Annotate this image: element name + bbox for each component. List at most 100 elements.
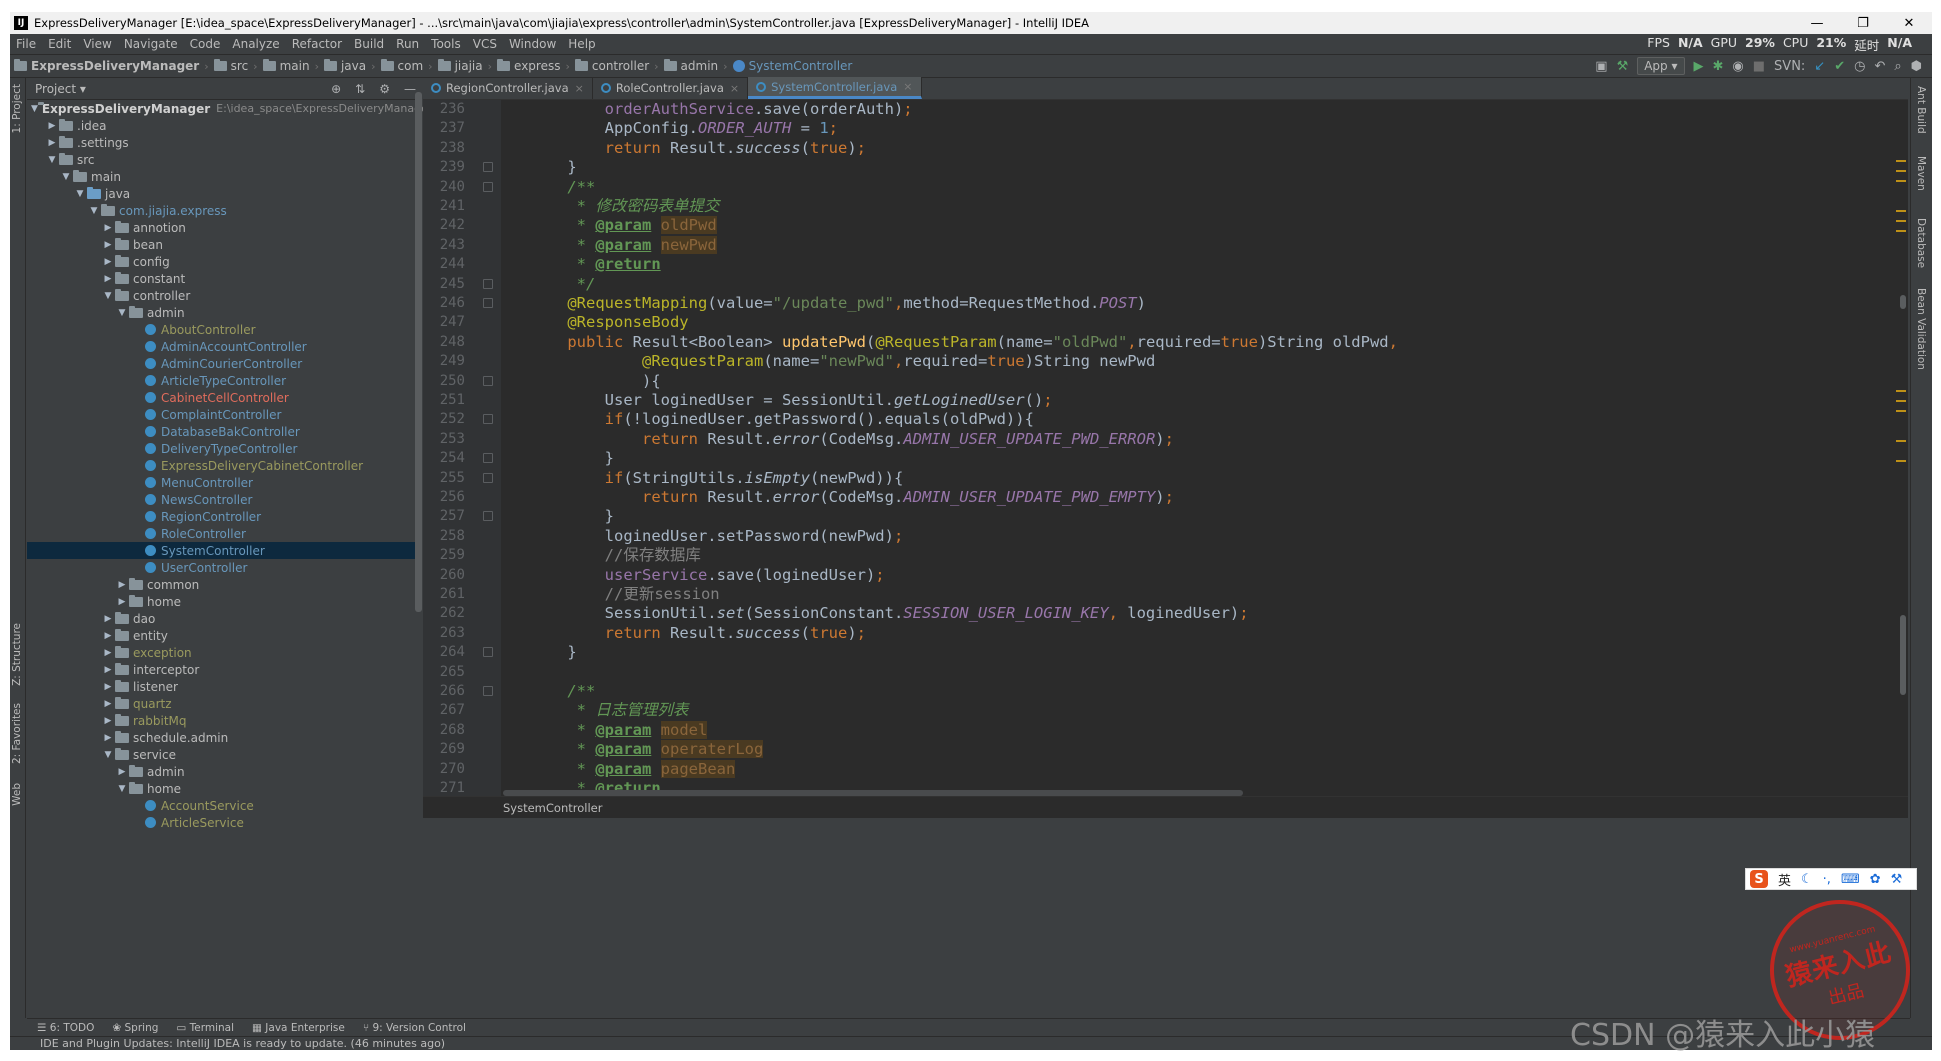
code-line[interactable]: 267 * 日志管理列表: [423, 701, 1908, 720]
punctuation-icon[interactable]: ·,: [1823, 872, 1831, 887]
menu-window[interactable]: Window: [503, 37, 562, 51]
warning-mark[interactable]: [1896, 390, 1906, 392]
warning-mark[interactable]: [1896, 440, 1906, 442]
crumb-express[interactable]: express: [493, 59, 564, 73]
fold-marker-icon[interactable]: [483, 298, 493, 308]
tree-class-item[interactable]: DeliveryTypeController: [27, 440, 422, 457]
sogou-logo-icon[interactable]: S: [1750, 870, 1768, 888]
crumb-jiajia[interactable]: jiajia: [434, 59, 487, 73]
todo-tab[interactable]: ☰ 6: TODO: [37, 1022, 94, 1034]
collapsed-arrow-icon[interactable]: ▶: [101, 733, 115, 743]
tree-class-item[interactable]: DatabaseBakController: [27, 423, 422, 440]
tree-class-item[interactable]: CabinetCellController: [27, 389, 422, 406]
ime-language-toggle[interactable]: 英: [1778, 870, 1791, 889]
code-line[interactable]: 247 @ResponseBody: [423, 313, 1908, 332]
tree-folder-item[interactable]: ▶ entity: [27, 627, 422, 644]
expanded-arrow-icon[interactable]: ▼: [115, 308, 129, 318]
menu-refactor[interactable]: Refactor: [286, 37, 348, 51]
code-line[interactable]: 257 }: [423, 507, 1908, 526]
crumb-systemcontroller[interactable]: SystemController: [729, 59, 857, 73]
editor-breadcrumb[interactable]: SystemController: [423, 796, 1908, 818]
tree-class-item[interactable]: AdminCourierController: [27, 355, 422, 372]
tree-folder-item[interactable]: ▼ admin: [27, 304, 422, 321]
tree-folder-item[interactable]: ▼ com.jiajia.express: [27, 202, 422, 219]
collapsed-arrow-icon[interactable]: ▶: [101, 631, 115, 641]
tree-folder-item[interactable]: ▶ admin: [27, 763, 422, 780]
tree-folder-item[interactable]: ▶ quartz: [27, 695, 422, 712]
collapsed-arrow-icon[interactable]: ▶: [101, 682, 115, 692]
tree-folder-item[interactable]: ▶ schedule.admin: [27, 729, 422, 746]
code-line[interactable]: 246 @RequestMapping(value="/update_pwd",…: [423, 294, 1908, 313]
code-line[interactable]: 254 }: [423, 449, 1908, 468]
close-tab-icon[interactable]: ×: [575, 82, 584, 95]
tree-class-item[interactable]: AdminAccountController: [27, 338, 422, 355]
collapsed-arrow-icon[interactable]: ▶: [45, 121, 59, 131]
collapsed-arrow-icon[interactable]: ▶: [115, 597, 129, 607]
run-icon[interactable]: ▶: [1694, 59, 1704, 74]
tree-class-item[interactable]: ArticleTypeController: [27, 372, 422, 389]
java-enterprise-tab[interactable]: ▦ Java Enterprise: [252, 1022, 345, 1034]
tree-class-item[interactable]: NewsController: [27, 491, 422, 508]
coverage-icon[interactable]: ◉: [1732, 59, 1743, 74]
locate-icon[interactable]: ⊕: [331, 82, 341, 96]
tree-folder-item[interactable]: ▼ controller: [27, 287, 422, 304]
version-control-tab[interactable]: ⑂ 9: Version Control: [363, 1022, 466, 1034]
tree-folder-item[interactable]: ▶ bean: [27, 236, 422, 253]
expanded-arrow-icon[interactable]: ▼: [45, 155, 59, 165]
stop-icon[interactable]: ■: [1753, 59, 1765, 74]
menu-file[interactable]: File: [10, 37, 42, 51]
crumb-java[interactable]: java: [320, 59, 370, 73]
code-line[interactable]: 262 SessionUtil.set(SessionConstant.SESS…: [423, 604, 1908, 623]
tree-class-item[interactable]: ArticleService: [27, 814, 422, 831]
settings-gear-icon[interactable]: ⚙: [379, 82, 390, 96]
tree-folder-item[interactable]: ▼ main: [27, 168, 422, 185]
crumb-main[interactable]: main: [259, 59, 314, 73]
collapsed-arrow-icon[interactable]: ▶: [101, 665, 115, 675]
menu-help[interactable]: Help: [562, 37, 601, 51]
expanded-arrow-icon[interactable]: ▼: [31, 104, 38, 114]
expanded-arrow-icon[interactable]: ▼: [73, 189, 87, 199]
code-line[interactable]: 259 //保存数据库: [423, 546, 1908, 565]
code-line[interactable]: 237 AppConfig.ORDER_AUTH = 1;: [423, 119, 1908, 138]
code-line[interactable]: 260 userService.save(loginedUser);: [423, 566, 1908, 585]
history-icon[interactable]: ◷: [1854, 59, 1865, 74]
menu-view[interactable]: View: [77, 37, 117, 51]
project-scrollbar[interactable]: [415, 92, 422, 612]
collapse-all-icon[interactable]: ⇅: [355, 82, 365, 96]
fold-marker-icon[interactable]: [483, 181, 493, 192]
code-line[interactable]: 241 * 修改密码表单提交: [423, 197, 1908, 216]
tree-folder-item[interactable]: ▶ .settings: [27, 134, 422, 151]
code-line[interactable]: 236 orderAuthService.save(orderAuth);: [423, 100, 1908, 119]
bean-validation-tool-tab[interactable]: Bean Validation: [1915, 288, 1927, 370]
expanded-arrow-icon[interactable]: ▼: [101, 291, 115, 301]
menu-build[interactable]: Build: [348, 37, 390, 51]
editor-scrollbar[interactable]: [1900, 615, 1906, 695]
tree-class-item[interactable]: ExpressDeliveryCabinetController: [27, 457, 422, 474]
tree-folder-item[interactable]: ▶ .idea: [27, 117, 422, 134]
warning-mark[interactable]: [1896, 160, 1906, 162]
code-line[interactable]: 256 return Result.error(CodeMsg.ADMIN_US…: [423, 488, 1908, 507]
warning-mark[interactable]: [1896, 170, 1906, 172]
code-line[interactable]: 268 * @param model: [423, 720, 1908, 740]
fold-marker-icon[interactable]: [483, 647, 493, 658]
fold-marker-icon[interactable]: [483, 414, 493, 425]
code-line[interactable]: 248 public Result<Boolean> updatePwd(@Re…: [423, 333, 1908, 352]
moon-icon[interactable]: ☾: [1801, 872, 1813, 887]
editor-scroll-thumb[interactable]: [1900, 295, 1906, 309]
crumb-com[interactable]: com: [377, 59, 428, 73]
tree-class-item[interactable]: RegionController: [27, 508, 422, 525]
debug-icon[interactable]: ✱: [1713, 59, 1724, 74]
code-line[interactable]: 245 */: [423, 275, 1908, 294]
code-line[interactable]: 253 return Result.error(CodeMsg.ADMIN_US…: [423, 430, 1908, 449]
code-line[interactable]: 261 //更新session: [423, 585, 1908, 604]
code-line[interactable]: 270 * @param pageBean: [423, 759, 1908, 779]
svn-update-icon[interactable]: ↙: [1814, 59, 1825, 74]
menu-vcs[interactable]: VCS: [467, 37, 503, 51]
crumb-project[interactable]: ExpressDeliveryManager: [10, 59, 203, 73]
expanded-arrow-icon[interactable]: ▼: [87, 206, 101, 216]
tree-folder-item[interactable]: ▶ common: [27, 576, 422, 593]
close-tab-icon[interactable]: ×: [903, 80, 912, 93]
code-line[interactable]: 264 }: [423, 643, 1908, 662]
collapsed-arrow-icon[interactable]: ▶: [101, 699, 115, 709]
fold-marker-icon[interactable]: [483, 511, 493, 522]
